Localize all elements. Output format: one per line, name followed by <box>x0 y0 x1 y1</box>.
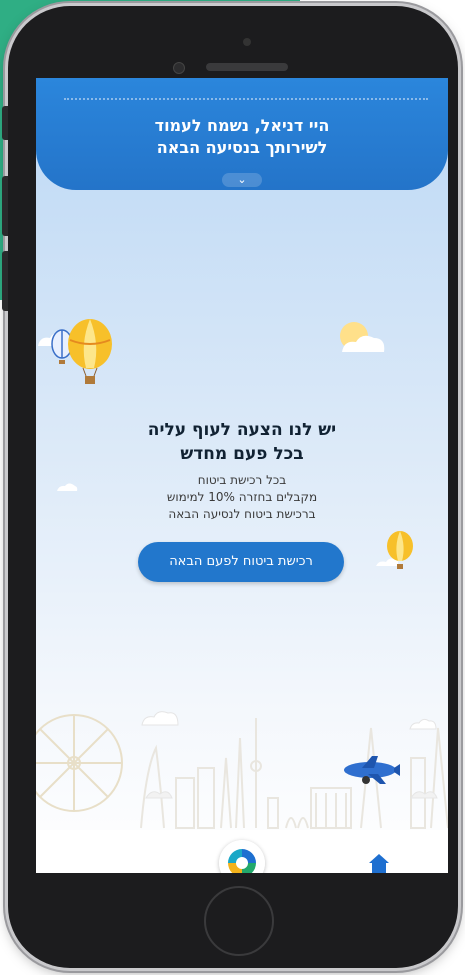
header-dotted-line <box>64 98 428 100</box>
cloud-decoration-3 <box>409 718 437 730</box>
cloud-decoration-2 <box>141 711 179 726</box>
greeting-line-1: היי דניאל, נשמח לעמוד <box>154 116 330 135</box>
promo-title-line-1: יש לנו הצעה לעוף עליה <box>147 420 337 440</box>
hot-air-balloons-illustration <box>51 319 112 384</box>
greeting-header: היי דניאל, נשמח לעמוד לשירותך בנסיעה הבא… <box>36 78 448 190</box>
home-icon[interactable] <box>368 853 390 873</box>
volume-up-button <box>2 176 8 236</box>
app-screen: היי דניאל, נשמח לעמוד לשירותך בנסיעה הבא… <box>36 78 448 873</box>
promo-body: בכל רכישת ביטוח מקבלים בחזרה 10% למימוש … <box>36 472 448 523</box>
greeting-text: היי דניאל, נשמח לעמוד לשירותך בנסיעה הבא… <box>36 115 448 159</box>
promo-body-line-3: ברכישת ביטוח לנסיעה הבאה <box>168 507 316 521</box>
promo-body-line-2: מקבלים בחזרה 10% למימוש <box>166 490 318 504</box>
promo-section: יש לנו הצעה לעוף עליה בכל פעם מחדש בכל ר… <box>36 418 448 523</box>
buy-insurance-button[interactable]: רכישת ביטוח לפעם הבאה <box>138 542 344 582</box>
proximity-sensor <box>173 62 185 74</box>
earpiece-speaker <box>206 63 288 71</box>
airplane-illustration <box>344 756 400 784</box>
promo-title-line-2: בכל פעם מחדש <box>180 444 304 464</box>
front-camera <box>243 38 251 46</box>
home-button[interactable] <box>204 886 274 956</box>
chevron-down-icon[interactable]: ⌄ <box>222 173 262 187</box>
volume-down-button <box>2 251 8 311</box>
promo-title: יש לנו הצעה לעוף עליה בכל פעם מחדש <box>36 418 448 466</box>
sun-cloud-decoration <box>340 322 385 352</box>
promo-body-line-1: בכל רכישת ביטוח <box>197 473 287 487</box>
hot-air-balloon-right <box>376 531 413 569</box>
mute-switch <box>2 106 8 140</box>
greeting-line-2: לשירותך בנסיעה הבאה <box>156 138 328 157</box>
